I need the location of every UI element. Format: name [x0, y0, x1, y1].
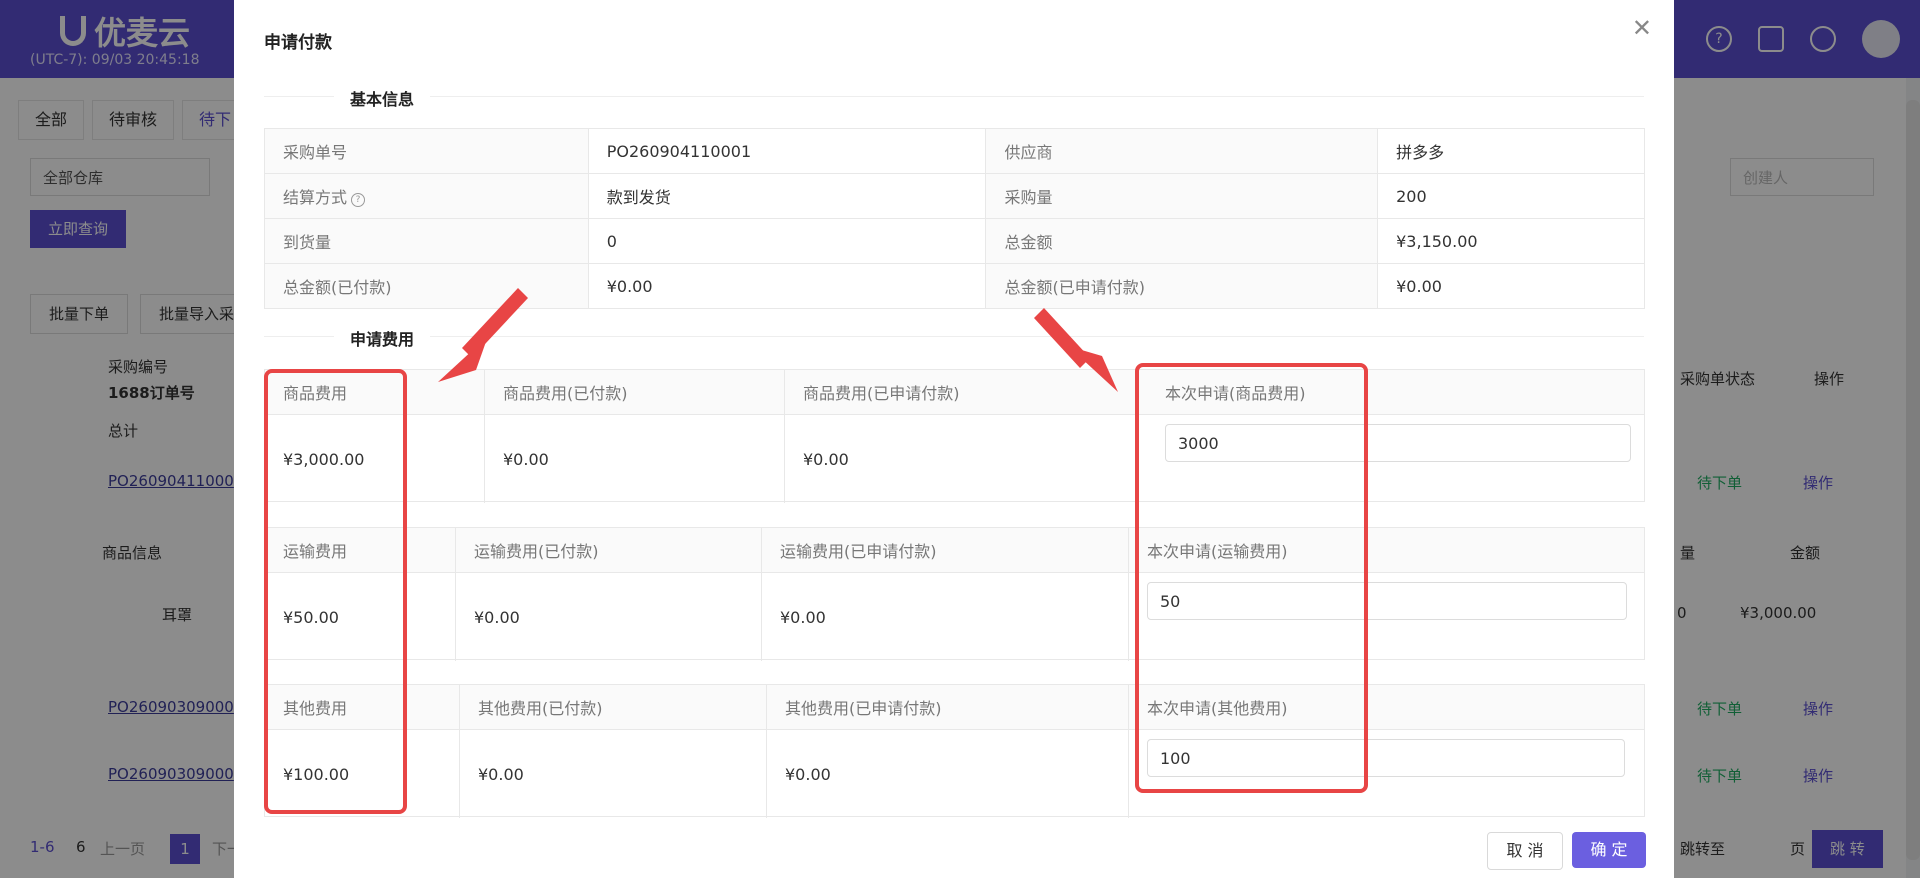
goods-fee-paid-header: 商品费用(已付款): [485, 370, 785, 414]
annotation-highlight-box: [264, 369, 407, 814]
basic-info-table: 采购单号 PO260904110001 供应商 拼多多 结算方式? 款到发货 采…: [264, 128, 1645, 309]
section-title: 申请费用: [334, 326, 431, 350]
section-basic-info: 基本信息: [264, 86, 1644, 110]
cancel-button[interactable]: 取 消: [1487, 832, 1563, 870]
value-po-number: PO260904110001: [587, 128, 987, 174]
modal-title: 申请付款: [264, 33, 332, 53]
label-po-number: 采购单号: [264, 128, 589, 174]
goods-fee-paid-value: ¥0.00: [485, 415, 785, 503]
other-fee-paid-value: ¥0.00: [460, 730, 767, 818]
goods-fee-block: 商品费用 商品费用(已付款) 商品费用(已申请付款) 本次申请(商品费用) ¥3…: [264, 369, 1645, 503]
other-fee-paid-header: 其他费用(已付款): [460, 685, 767, 729]
value-total-requested: ¥0.00: [1377, 263, 1645, 309]
section-fees: 申请费用: [264, 326, 1644, 350]
other-fee-requested-header: 其他费用(已申请付款): [767, 685, 1129, 729]
goods-fee-requested-header: 商品费用(已申请付款): [785, 370, 1137, 414]
label-supplier: 供应商: [985, 128, 1379, 174]
annotation-highlight-box: [1135, 363, 1368, 793]
value-purchase-qty: 200: [1377, 173, 1645, 219]
table-row: 采购单号 PO260904110001 供应商 拼多多: [264, 128, 1645, 174]
shipping-fee-requested-value: ¥0.00: [762, 573, 1129, 661]
question-icon[interactable]: ?: [351, 193, 366, 207]
label-total-requested: 总金额(已申请付款): [985, 263, 1379, 309]
label-total-amount: 总金额: [985, 218, 1379, 264]
goods-fee-requested-value: ¥0.00: [785, 415, 1137, 503]
other-fee-block: 其他费用 其他费用(已付款) 其他费用(已申请付款) 本次申请(其他费用) ¥1…: [264, 684, 1645, 818]
shipping-fee-requested-header: 运输费用(已申请付款): [762, 528, 1129, 572]
table-row: 到货量 0 总金额 ¥3,150.00: [264, 218, 1645, 264]
value-settlement: 款到发货: [587, 173, 987, 219]
close-icon[interactable]: ✕: [1632, 14, 1652, 42]
payment-request-modal: 申请付款 ✕ 基本信息 采购单号 PO260904110001 供应商 拼多多 …: [234, 0, 1674, 878]
value-supplier: 拼多多: [1377, 128, 1645, 174]
other-fee-requested-value: ¥0.00: [767, 730, 1129, 818]
shipping-fee-block: 运输费用 运输费用(已付款) 运输费用(已申请付款) 本次申请(运输费用) ¥5…: [264, 527, 1645, 661]
section-title: 基本信息: [334, 86, 431, 110]
shipping-fee-paid-header: 运输费用(已付款): [456, 528, 762, 572]
value-arrival-qty: 0: [587, 218, 987, 264]
label-purchase-qty: 采购量: [985, 173, 1379, 219]
shipping-fee-paid-value: ¥0.00: [456, 573, 762, 661]
table-row: 结算方式? 款到发货 采购量 200: [264, 173, 1645, 219]
label-settlement: 结算方式?: [264, 173, 589, 219]
table-row: 总金额(已付款) ¥0.00 总金额(已申请付款) ¥0.00: [264, 263, 1645, 309]
label-total-paid: 总金额(已付款): [264, 263, 589, 309]
confirm-button[interactable]: 确 定: [1572, 832, 1646, 868]
label-settlement-text: 结算方式: [283, 188, 348, 207]
value-total-amount: ¥3,150.00: [1377, 218, 1645, 264]
label-arrival-qty: 到货量: [264, 218, 589, 264]
value-total-paid: ¥0.00: [587, 263, 987, 309]
